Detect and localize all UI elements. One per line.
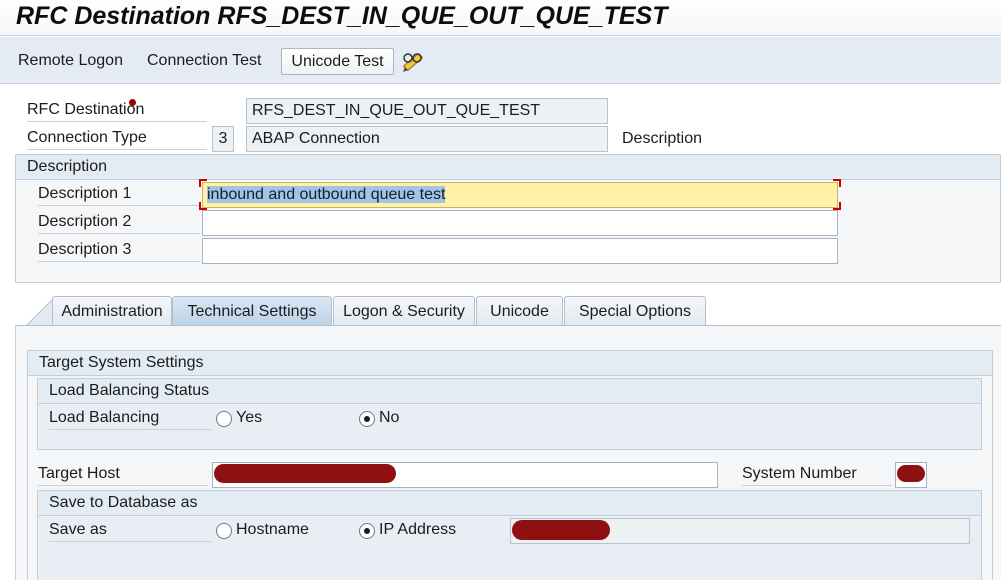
save-to-database-group-title: Save to Database as — [38, 491, 981, 516]
target-system-group-title: Target System Settings — [28, 351, 992, 376]
tab-unicode[interactable]: Unicode — [476, 296, 563, 326]
description-3-label: Description 3 — [38, 238, 200, 262]
connection-type-field[interactable]: ABAP Connection — [246, 126, 608, 152]
ip-address-redaction — [512, 520, 610, 540]
tab-administration[interactable]: Administration — [52, 296, 172, 326]
connection-type-code-field[interactable]: 3 — [212, 126, 234, 152]
rfc-destination-field[interactable]: RFS_DEST_IN_QUE_OUT_QUE_TEST — [246, 98, 608, 124]
save-as-hostname-radio[interactable] — [216, 523, 232, 539]
rfc-destination-label-text: RFC Destination — [27, 101, 145, 118]
system-number-label: System Number — [742, 462, 892, 486]
description-1-value: inbound and outbound queue test — [207, 186, 446, 203]
load-balancing-yes-radio[interactable] — [216, 411, 232, 427]
pencil-glasses-icon[interactable] — [400, 50, 426, 74]
save-as-label: Save as — [49, 518, 211, 542]
rfc-destination-label: RFC Destination — [27, 98, 207, 122]
description-inline-label: Description — [622, 130, 703, 147]
load-balancing-group-title: Load Balancing Status — [38, 379, 981, 404]
tab-logon-security[interactable]: Logon & Security — [333, 296, 475, 326]
tab-special-options[interactable]: Special Options — [564, 296, 706, 326]
title-bar: RFC Destination RFS_DEST_IN_QUE_OUT_QUE_… — [0, 0, 1001, 36]
page-title: RFC Destination RFS_DEST_IN_QUE_OUT_QUE_… — [16, 2, 668, 30]
connection-test-button[interactable]: Connection Test — [147, 48, 261, 74]
focus-corner-br — [833, 202, 841, 210]
tab-technical-settings[interactable]: Technical Settings — [172, 296, 332, 326]
system-number-redaction — [897, 465, 925, 482]
unicode-test-button[interactable]: Unicode Test — [281, 48, 394, 75]
load-balancing-no-radio[interactable] — [359, 411, 375, 427]
description-1-label: Description 1 — [38, 182, 200, 206]
load-balancing-yes-label[interactable]: Yes — [236, 406, 262, 430]
description-1-field[interactable]: inbound and outbound queue test — [202, 182, 838, 208]
required-marker — [129, 99, 136, 106]
description-3-field[interactable] — [202, 238, 838, 264]
save-as-hostname-label[interactable]: Hostname — [236, 518, 309, 542]
focus-corner-tr — [833, 179, 841, 187]
description-2-label: Description 2 — [38, 210, 200, 234]
target-host-label: Target Host — [38, 462, 208, 486]
description-2-field[interactable] — [202, 210, 838, 236]
focus-corner-tl — [199, 179, 207, 187]
focus-corner-bl — [199, 202, 207, 210]
tab-scroll-left[interactable] — [24, 296, 55, 327]
remote-logon-button[interactable]: Remote Logon — [18, 48, 123, 74]
save-as-ip-radio[interactable] — [359, 523, 375, 539]
connection-type-label: Connection Type — [27, 126, 207, 150]
load-balancing-no-label[interactable]: No — [379, 406, 399, 430]
save-as-ip-label[interactable]: IP Address — [379, 518, 456, 542]
load-balancing-label: Load Balancing — [49, 406, 211, 430]
description-group-title: Description — [16, 155, 1000, 180]
target-host-redaction — [214, 464, 396, 483]
